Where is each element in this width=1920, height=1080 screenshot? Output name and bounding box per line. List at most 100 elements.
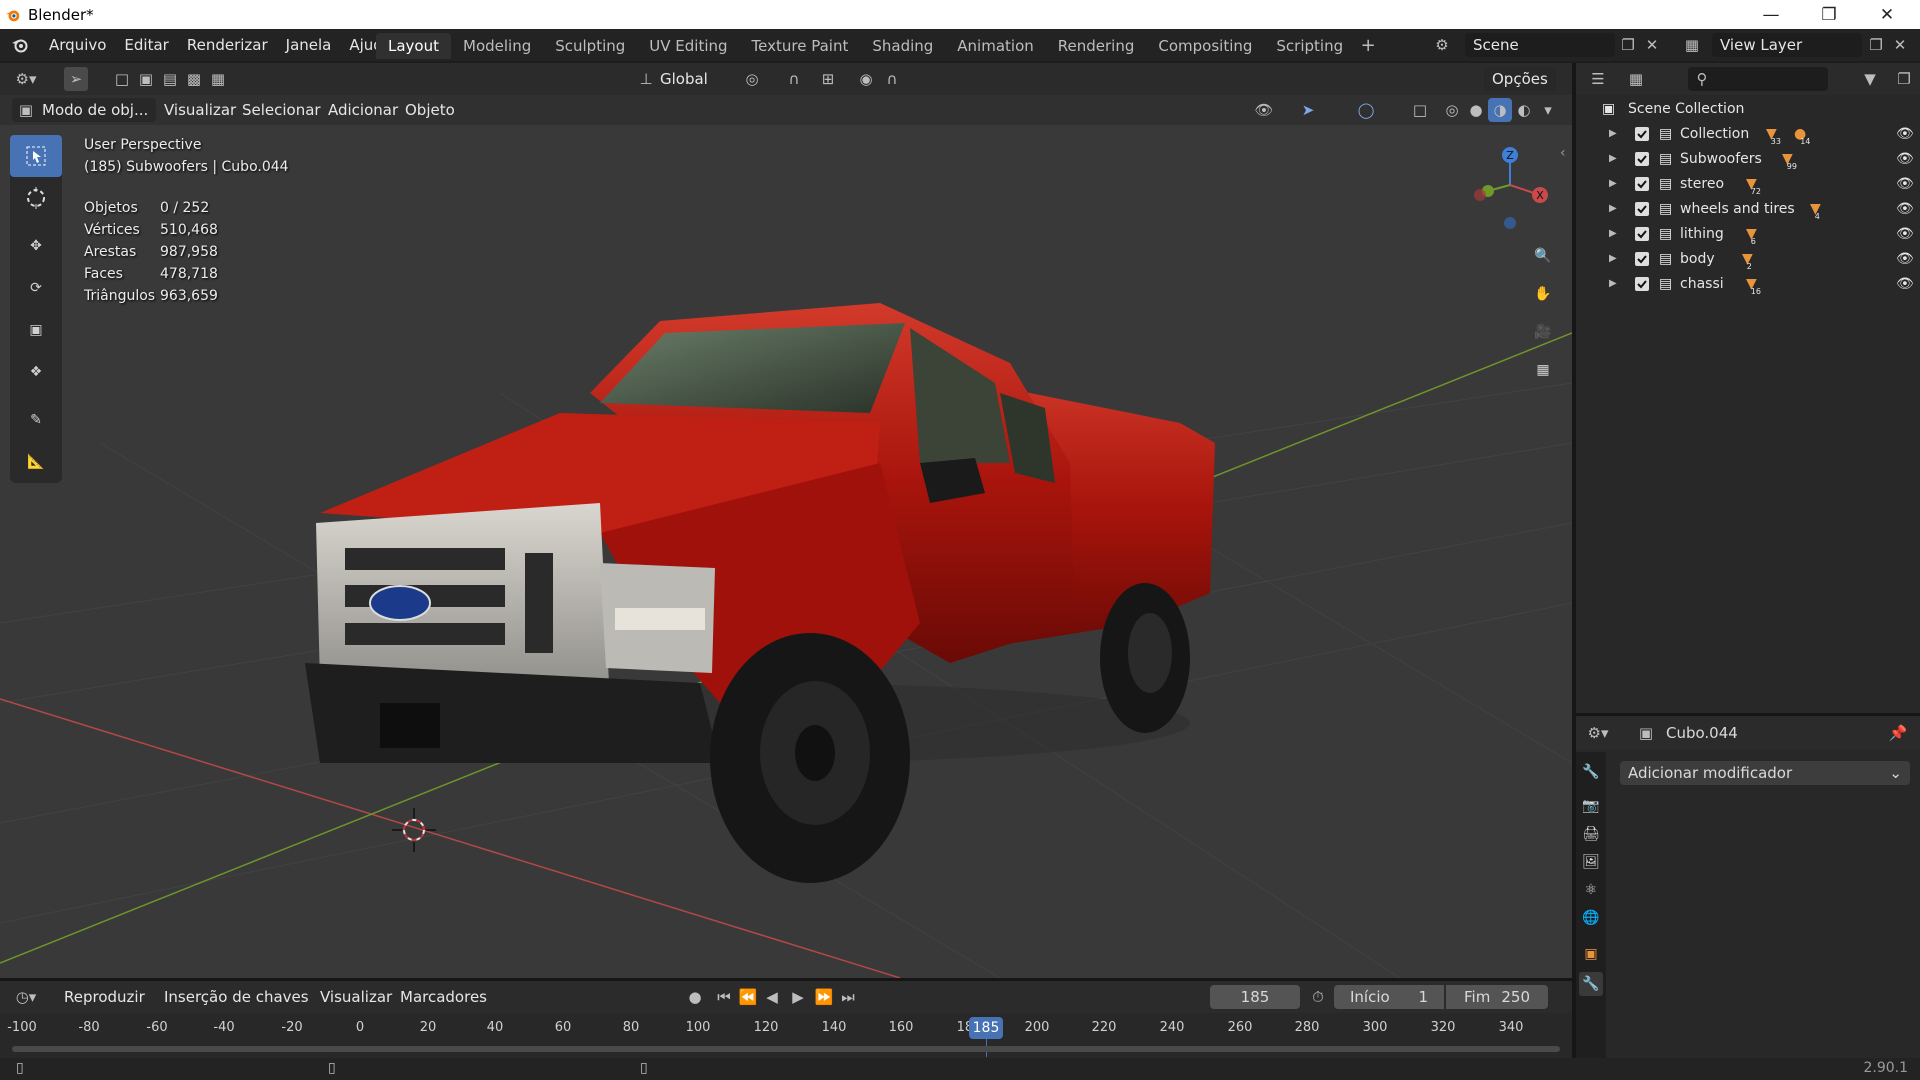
menu-arquivo[interactable]: Arquivo: [40, 29, 115, 61]
play-reverse-icon[interactable]: ◀: [760, 985, 784, 1009]
3d-cursor-icon[interactable]: [392, 808, 436, 852]
view-layer-browse-icon[interactable]: ▦: [1680, 33, 1704, 57]
tab-uv-editing[interactable]: UV Editing: [637, 33, 739, 59]
tab-layout[interactable]: Layout: [376, 33, 451, 59]
expand-arrow-icon[interactable]: ▶: [1609, 153, 1617, 164]
list-item[interactable]: ▶ ▤ Subwoofers ▼ 99 👁: [1576, 146, 1920, 171]
menu-visualizar-timeline[interactable]: Visualizar: [312, 985, 400, 1009]
list-item[interactable]: ▶ ▤ body ▼ 2 👁: [1576, 246, 1920, 271]
shading-options-icon[interactable]: ▾: [1536, 98, 1560, 122]
menu-adicionar[interactable]: Adicionar: [320, 98, 406, 122]
navigation-gizmo[interactable]: Z X: [1460, 135, 1560, 235]
display-mode-icon[interactable]: ▦: [1624, 67, 1648, 91]
outliner-editor-type-icon[interactable]: ☰: [1586, 67, 1610, 91]
tab-rendering[interactable]: Rendering: [1046, 33, 1147, 59]
menu-visualizar[interactable]: Visualizar: [156, 98, 244, 122]
exclude-checkbox[interactable]: [1635, 126, 1649, 141]
expand-arrow-icon[interactable]: ▶: [1609, 203, 1617, 214]
view-layer-tab-icon[interactable]: 🖼: [1579, 850, 1603, 874]
eye-icon[interactable]: 👁: [1896, 151, 1914, 167]
select-tool-icon[interactable]: ➢: [64, 67, 88, 91]
menu-objeto[interactable]: Objeto: [397, 98, 463, 122]
pivot-point-icon[interactable]: ◎: [740, 67, 764, 91]
jump-start-icon[interactable]: ⏮: [712, 985, 736, 1009]
next-keyframe-icon[interactable]: ⏩: [812, 985, 836, 1009]
tab-animation[interactable]: Animation: [945, 33, 1045, 59]
properties-editor-type-icon[interactable]: ⚙▾: [1586, 721, 1610, 745]
rendered-shading-icon[interactable]: ◐: [1512, 98, 1536, 122]
eye-icon[interactable]: 👁: [1896, 251, 1914, 267]
scene-collection-row[interactable]: ▣ Scene Collection: [1576, 96, 1920, 121]
list-item[interactable]: ▶ ▤ lithing ▼ 6 👁: [1576, 221, 1920, 246]
scene-browse-icon[interactable]: ⚙: [1430, 33, 1454, 57]
exclude-checkbox[interactable]: [1635, 151, 1649, 166]
eye-icon[interactable]: 👁: [1896, 276, 1914, 292]
list-item[interactable]: ▶ ▤ Collection ▼ 33 ● 14 👁: [1576, 121, 1920, 146]
new-scene-icon[interactable]: ❐: [1616, 33, 1640, 57]
tab-compositing[interactable]: Compositing: [1146, 33, 1264, 59]
expand-arrow-icon[interactable]: ▶: [1609, 128, 1617, 139]
select-mode-new-icon[interactable]: □: [110, 67, 134, 91]
eye-icon[interactable]: 👁: [1896, 176, 1914, 192]
exclude-checkbox[interactable]: [1635, 201, 1649, 216]
delete-scene-icon[interactable]: ✕: [1640, 33, 1664, 57]
gizmo-toggle-icon[interactable]: ➤: [1296, 98, 1320, 122]
sidebar-toggle-icon[interactable]: ‹: [1560, 145, 1566, 161]
zoom-icon[interactable]: 🔍: [1528, 241, 1558, 271]
transform-tool-icon[interactable]: ❖: [10, 351, 62, 393]
view-layer-field[interactable]: View Layer: [1712, 33, 1862, 57]
proportional-edit-icon[interactable]: ◉: [854, 67, 878, 91]
exclude-checkbox[interactable]: [1635, 176, 1649, 191]
select-mode-invert-icon[interactable]: ▩: [182, 67, 206, 91]
new-view-layer-icon[interactable]: ❐: [1864, 33, 1888, 57]
solid-shading-icon[interactable]: ●: [1464, 98, 1488, 122]
visibility-icon[interactable]: 👁: [1252, 98, 1276, 122]
eye-icon[interactable]: 👁: [1896, 201, 1914, 217]
scene-tab-icon[interactable]: ⚛: [1579, 878, 1603, 902]
cursor-tool-icon[interactable]: [10, 177, 62, 219]
editor-type-icon[interactable]: ⚙▾: [14, 67, 38, 91]
delete-view-layer-icon[interactable]: ✕: [1888, 33, 1912, 57]
maximize-button[interactable]: ❐: [1800, 0, 1858, 29]
exclude-checkbox[interactable]: [1635, 226, 1649, 241]
select-mode-intersect-icon[interactable]: ▦: [206, 67, 230, 91]
truck-model[interactable]: [305, 303, 1215, 883]
scene-name-field[interactable]: Scene: [1465, 33, 1615, 57]
new-collection-icon[interactable]: ❐: [1892, 67, 1916, 91]
select-mode-subtract-icon[interactable]: ▤: [158, 67, 182, 91]
tab-texture-paint[interactable]: Texture Paint: [740, 33, 861, 59]
camera-view-icon[interactable]: 🎥: [1528, 317, 1558, 347]
exclude-checkbox[interactable]: [1635, 276, 1649, 291]
menu-renderizar[interactable]: Renderizar: [178, 29, 277, 61]
tab-scripting[interactable]: Scripting: [1264, 33, 1355, 59]
scale-tool-icon[interactable]: ▣: [10, 309, 62, 351]
menu-insercao-de-chaves[interactable]: Inserção de chaves: [156, 985, 317, 1009]
tab-sculpting[interactable]: Sculpting: [543, 33, 637, 59]
record-icon[interactable]: ●: [683, 985, 707, 1009]
move-tool-icon[interactable]: ✥: [10, 225, 62, 267]
modifier-tab-icon[interactable]: 🔧: [1579, 972, 1603, 996]
prev-keyframe-icon[interactable]: ⏪: [736, 985, 760, 1009]
menu-reproduzir[interactable]: Reproduzir: [56, 985, 153, 1009]
menu-editar[interactable]: Editar: [115, 29, 177, 61]
play-icon[interactable]: ▶: [786, 985, 810, 1009]
close-window-button[interactable]: ✕: [1858, 0, 1916, 29]
playhead-frame-indicator[interactable]: 185: [969, 1017, 1003, 1039]
xray-toggle-icon[interactable]: □: [1408, 98, 1432, 122]
timeline-editor-type-icon[interactable]: ◷▾: [14, 985, 38, 1009]
current-frame-field[interactable]: 185: [1210, 985, 1300, 1009]
list-item[interactable]: ▶ ▤ chassi ▼ 16 👁: [1576, 271, 1920, 296]
annotate-tool-icon[interactable]: ✎: [10, 399, 62, 441]
expand-arrow-icon[interactable]: ▶: [1609, 278, 1617, 289]
overlay-toggle-icon[interactable]: ◯: [1354, 98, 1378, 122]
stopwatch-icon[interactable]: ⏱: [1306, 985, 1330, 1009]
pin-icon[interactable]: 📌: [1886, 721, 1910, 745]
snap-icon[interactable]: ∩: [782, 67, 806, 91]
options-dropdown[interactable]: Opções: [1484, 67, 1556, 91]
object-tab-icon[interactable]: ▣: [1579, 942, 1603, 966]
eye-icon[interactable]: 👁: [1896, 226, 1914, 242]
add-modifier-dropdown[interactable]: Adicionar modificador ⌄: [1620, 761, 1910, 785]
wireframe-shading-icon[interactable]: ◎: [1440, 98, 1464, 122]
3d-viewport[interactable]: ⚙▾ ➢ □ ▣ ▤ ▩ ▦ Global ⊥ ◎ ∩ ⊞ ◉ ∩ Opções…: [0, 63, 1572, 978]
output-tab-icon[interactable]: 🖨: [1579, 822, 1603, 846]
